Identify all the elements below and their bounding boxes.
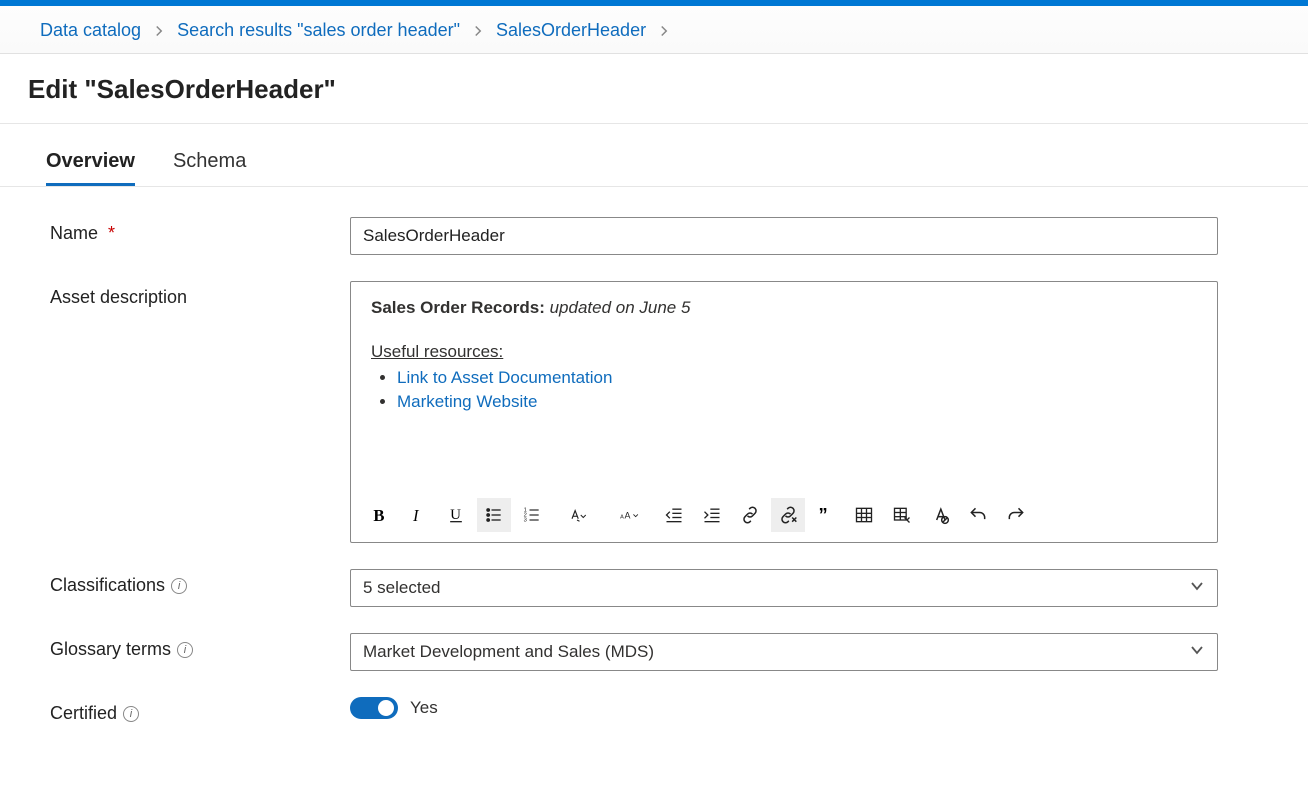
label-glossary: Glossary terms i <box>50 633 350 660</box>
classifications-dropdown[interactable]: 5 selected <box>350 569 1218 607</box>
font-size-button[interactable]: AA <box>605 498 653 532</box>
description-content[interactable]: Sales Order Records: updated on June 5 U… <box>351 282 1217 492</box>
numbered-list-button[interactable]: 1 2 3 <box>515 498 549 532</box>
bulleted-list-button[interactable] <box>477 498 511 532</box>
description-link-list: Link to Asset Documentation Marketing We… <box>397 368 1197 412</box>
row-certified: Certified i Yes <box>50 697 1268 724</box>
required-marker: * <box>108 223 115 244</box>
font-color-button[interactable] <box>553 498 601 532</box>
name-input[interactable] <box>350 217 1218 255</box>
label-certified-text: Certified <box>50 703 117 724</box>
label-glossary-text: Glossary terms <box>50 639 171 660</box>
svg-text:”: ” <box>819 505 828 525</box>
chevron-right-icon <box>472 25 484 37</box>
list-item: Marketing Website <box>397 392 1197 412</box>
toggle-knob <box>378 700 394 716</box>
row-description: Asset description Sales Order Records: u… <box>50 281 1268 543</box>
label-certified: Certified i <box>50 697 350 724</box>
chevron-right-icon <box>153 25 165 37</box>
chevron-down-icon <box>1189 578 1205 599</box>
breadcrumb: Data catalog Search results "sales order… <box>0 6 1308 54</box>
list-item: Link to Asset Documentation <box>397 368 1197 388</box>
insert-link-button[interactable] <box>733 498 767 532</box>
description-resources-heading: Useful resources: <box>371 342 503 362</box>
form: Name * Asset description Sales Order Rec… <box>0 187 1308 790</box>
outdent-button[interactable] <box>657 498 691 532</box>
certified-toggle[interactable] <box>350 697 398 719</box>
blockquote-button[interactable]: ” <box>809 498 843 532</box>
tab-schema[interactable]: Schema <box>173 150 246 186</box>
row-name: Name * <box>50 217 1268 255</box>
italic-button[interactable]: I <box>401 498 435 532</box>
editor-toolbar: B I U <box>351 492 1217 542</box>
classifications-value: 5 selected <box>363 578 441 598</box>
certified-value-text: Yes <box>410 698 438 718</box>
svg-text:I: I <box>412 506 420 525</box>
label-classifications: Classifications i <box>50 569 350 596</box>
tab-overview[interactable]: Overview <box>46 150 135 186</box>
label-classifications-text: Classifications <box>50 575 165 596</box>
svg-text:A: A <box>625 510 631 520</box>
chevron-right-icon <box>658 25 670 37</box>
label-description: Asset description <box>50 281 350 308</box>
tabs: Overview Schema <box>0 150 1308 187</box>
description-editor[interactable]: Sales Order Records: updated on June 5 U… <box>350 281 1218 543</box>
breadcrumb-current[interactable]: SalesOrderHeader <box>496 20 646 41</box>
description-link-2[interactable]: Marketing Website <box>397 392 537 411</box>
bold-button[interactable]: B <box>363 498 397 532</box>
label-description-text: Asset description <box>50 287 187 308</box>
page-title-row: Edit "SalesOrderHeader" <box>0 54 1308 124</box>
description-line1: Sales Order Records: updated on June 5 <box>371 298 1197 318</box>
breadcrumb-data-catalog[interactable]: Data catalog <box>40 20 141 41</box>
svg-text:U: U <box>450 507 461 523</box>
info-icon[interactable]: i <box>171 578 187 594</box>
description-header-italic: updated on June 5 <box>545 298 691 317</box>
info-icon[interactable]: i <box>123 706 139 722</box>
glossary-dropdown[interactable]: Market Development and Sales (MDS) <box>350 633 1218 671</box>
edit-table-button[interactable] <box>885 498 919 532</box>
clear-formatting-button[interactable] <box>923 498 957 532</box>
info-icon[interactable]: i <box>177 642 193 658</box>
redo-button[interactable] <box>999 498 1033 532</box>
row-glossary: Glossary terms i Market Development and … <box>50 633 1268 671</box>
description-header-bold: Sales Order Records: <box>371 298 545 317</box>
page-title: Edit "SalesOrderHeader" <box>28 74 1280 105</box>
svg-text:A: A <box>620 514 624 520</box>
indent-button[interactable] <box>695 498 729 532</box>
underline-button[interactable]: U <box>439 498 473 532</box>
label-name: Name * <box>50 217 350 244</box>
undo-button[interactable] <box>961 498 995 532</box>
remove-link-button[interactable] <box>771 498 805 532</box>
label-name-text: Name <box>50 223 98 244</box>
insert-table-button[interactable] <box>847 498 881 532</box>
svg-text:3: 3 <box>524 518 527 524</box>
breadcrumb-search-results[interactable]: Search results "sales order header" <box>177 20 460 41</box>
svg-text:B: B <box>373 506 384 525</box>
glossary-value: Market Development and Sales (MDS) <box>363 642 654 662</box>
row-classifications: Classifications i 5 selected <box>50 569 1268 607</box>
description-link-1[interactable]: Link to Asset Documentation <box>397 368 612 387</box>
chevron-down-icon <box>1189 642 1205 663</box>
